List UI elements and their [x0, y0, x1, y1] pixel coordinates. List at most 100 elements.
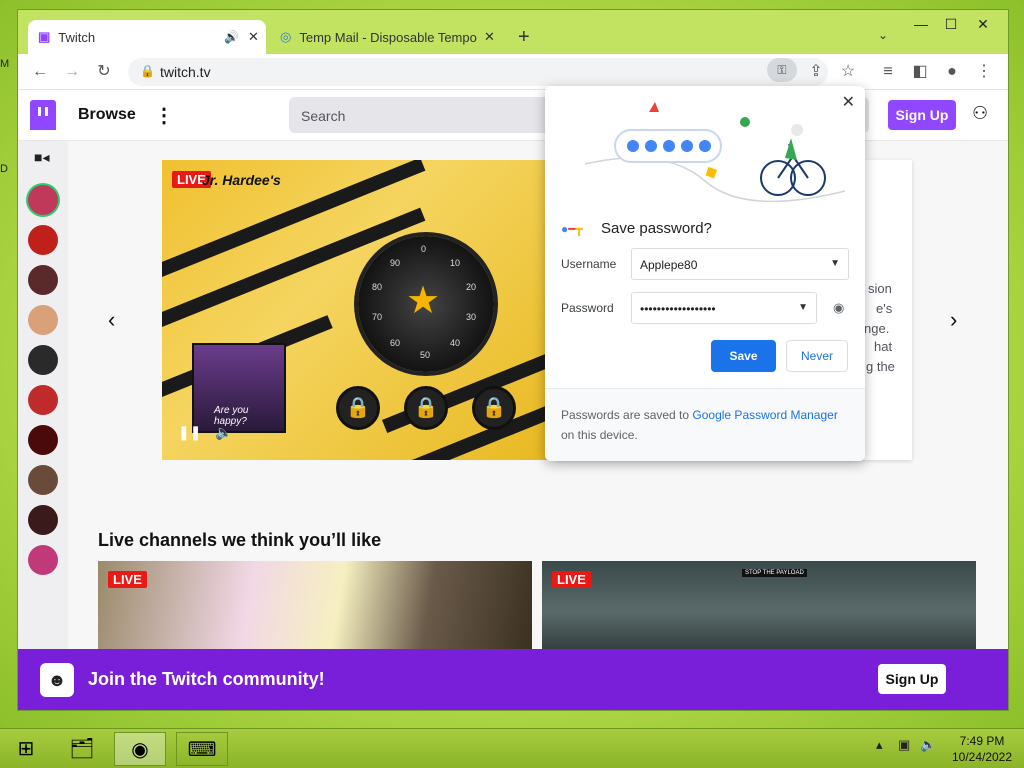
- file-explorer-icon[interactable]: 🗂: [56, 732, 108, 766]
- password-value: ••••••••••••••••••: [640, 302, 716, 316]
- username-value: Applepe80: [640, 258, 698, 272]
- card-text-line: sion: [868, 281, 892, 296]
- tab-twitch[interactable]: ▣ Twitch 🔊 ✕: [28, 20, 266, 54]
- tab-title: Temp Mail - Disposable Tempora: [299, 29, 478, 45]
- username-label: Username: [561, 257, 617, 271]
- star-icon[interactable]: ☆: [836, 60, 860, 84]
- back-icon[interactable]: ←: [28, 60, 52, 84]
- dial-number: 10: [450, 258, 461, 268]
- network-icon[interactable]: ▣: [898, 737, 910, 753]
- password-manager-link[interactable]: Google Password Manager: [692, 408, 837, 422]
- carousel-prev-icon[interactable]: ‹: [108, 307, 115, 333]
- browse-link[interactable]: Browse: [78, 106, 136, 124]
- chevron-down-icon[interactable]: ▼: [798, 302, 808, 313]
- game-hud-text: STOP THE PAYLOAD: [742, 569, 807, 577]
- dial-number: 20: [466, 282, 477, 292]
- live-badge: LIVE: [108, 571, 147, 588]
- dial-number: 50: [420, 350, 431, 360]
- save-button[interactable]: Save: [711, 340, 776, 372]
- padlock-icon: 🔒: [404, 386, 448, 430]
- google-key-icon: ●━┳: [561, 222, 583, 236]
- more-options-icon[interactable]: ⋮: [154, 103, 174, 128]
- sponsor-brand: Jr. Hardee's: [202, 172, 281, 188]
- streamer-webcam: Are you happy?: [192, 343, 286, 433]
- channel-avatar[interactable]: [28, 345, 58, 375]
- banner-text: Join the Twitch community!: [88, 669, 325, 689]
- sidebar: ■◂: [18, 141, 68, 661]
- search-placeholder: Search: [301, 108, 346, 124]
- key-icon[interactable]: ⚿: [767, 58, 797, 82]
- volume-icon[interactable]: 🔈: [215, 424, 232, 440]
- glitch-mascot-icon: ☻: [40, 663, 74, 697]
- pause-icon[interactable]: ❚❚: [178, 424, 201, 440]
- eye-icon[interactable]: ◉: [833, 300, 844, 316]
- padlock-icon: 🔒: [336, 386, 380, 430]
- dialog-footer: Passwords are saved to Google Password M…: [545, 388, 865, 461]
- keyboard-app-icon[interactable]: ⌨: [176, 732, 228, 766]
- carousel-next-icon[interactable]: ›: [950, 307, 957, 333]
- minimize-button[interactable]: —: [906, 14, 936, 34]
- clock-time: 7:49 PM: [959, 734, 1005, 748]
- footer-suffix: on this device.: [561, 428, 638, 442]
- desktop-label-2: D: [0, 163, 8, 175]
- volume-tray-icon[interactable]: 🔈: [920, 737, 936, 753]
- card-text-line: e's: [876, 301, 893, 316]
- channel-avatar[interactable]: [28, 545, 58, 575]
- user-icon[interactable]: ⚇: [972, 103, 988, 124]
- tab-search-chevron-icon[interactable]: ⌄: [878, 28, 888, 42]
- banner-signup-button[interactable]: Sign Up: [878, 664, 946, 694]
- password-label: Password: [561, 301, 614, 315]
- channel-thumbnail[interactable]: LIVE: [98, 561, 532, 661]
- close-tab-icon[interactable]: ✕: [248, 29, 259, 45]
- player-controls: ❚❚ 🔈: [178, 424, 233, 441]
- channel-avatar[interactable]: [28, 505, 58, 535]
- clock-date: 10/24/2022: [951, 750, 1013, 764]
- desktop-label-1: M: [0, 58, 10, 70]
- section-title: Live channels we think you’ll like: [98, 530, 382, 550]
- lock-icon: 🔒: [140, 64, 155, 78]
- twitch-favicon-icon: ▣: [38, 29, 51, 44]
- tab-strip: ▣ Twitch 🔊 ✕ ◎ Temp Mail - Disposable Te…: [18, 10, 1008, 54]
- footer-prefix: Passwords are saved to: [561, 408, 693, 422]
- channel-avatar[interactable]: [28, 265, 58, 295]
- media-control-icon[interactable]: ≡: [876, 60, 900, 84]
- channel-thumbnail[interactable]: LIVE STOP THE PAYLOAD: [542, 561, 976, 661]
- channel-avatar[interactable]: [28, 465, 58, 495]
- channel-avatar[interactable]: [28, 425, 58, 455]
- dial-number: 60: [390, 338, 401, 348]
- signup-button[interactable]: Sign Up: [888, 100, 956, 130]
- reload-icon[interactable]: ↻: [92, 60, 116, 84]
- start-windows-icon[interactable]: ⊞: [0, 732, 52, 766]
- dial-number: 80: [372, 282, 383, 292]
- username-field[interactable]: Applepe80 ▼: [631, 248, 849, 280]
- card-text-line: hat: [874, 339, 893, 354]
- channel-avatar[interactable]: [28, 225, 58, 255]
- video-camera-icon[interactable]: ■◂: [34, 149, 49, 166]
- new-tab-icon[interactable]: +: [518, 26, 530, 49]
- featured-stream-player[interactable]: LIVE Jr. Hardee's 0 10 20 30 40 50 60 70…: [162, 160, 562, 460]
- profile-icon[interactable]: ●: [940, 60, 964, 84]
- menu-icon[interactable]: ⋮: [972, 60, 996, 84]
- twitch-logo-icon[interactable]: [30, 100, 56, 130]
- address-bar[interactable]: 🔒 twitch.tv: [128, 58, 828, 86]
- password-field[interactable]: •••••••••••••••••• ▼: [631, 292, 817, 324]
- tray-up-arrow-icon[interactable]: ▴: [876, 737, 883, 753]
- close-window-button[interactable]: ✕: [968, 14, 998, 34]
- never-button[interactable]: Never: [786, 340, 848, 372]
- close-tab-icon[interactable]: ✕: [484, 29, 495, 45]
- side-panel-icon[interactable]: ◧: [908, 60, 932, 84]
- dialog-title: Save password?: [601, 220, 712, 237]
- chrome-taskbar-icon[interactable]: ◉: [114, 732, 166, 766]
- tab-temp-mail[interactable]: ◎ Temp Mail - Disposable Tempora ✕: [270, 20, 500, 54]
- channel-avatar[interactable]: [28, 185, 58, 215]
- speaker-icon[interactable]: 🔊: [224, 30, 239, 44]
- chevron-down-icon[interactable]: ▼: [830, 258, 840, 269]
- dial-number: 70: [372, 312, 383, 322]
- forward-icon[interactable]: →: [60, 60, 84, 84]
- maximize-button[interactable]: ☐: [936, 14, 966, 34]
- share-icon[interactable]: ⇪: [804, 60, 828, 84]
- channel-avatar[interactable]: [28, 305, 58, 335]
- channel-avatar[interactable]: [28, 385, 58, 415]
- clock[interactable]: 7:49 PM 10/24/2022: [944, 733, 1020, 765]
- dial-number: 0: [421, 244, 427, 254]
